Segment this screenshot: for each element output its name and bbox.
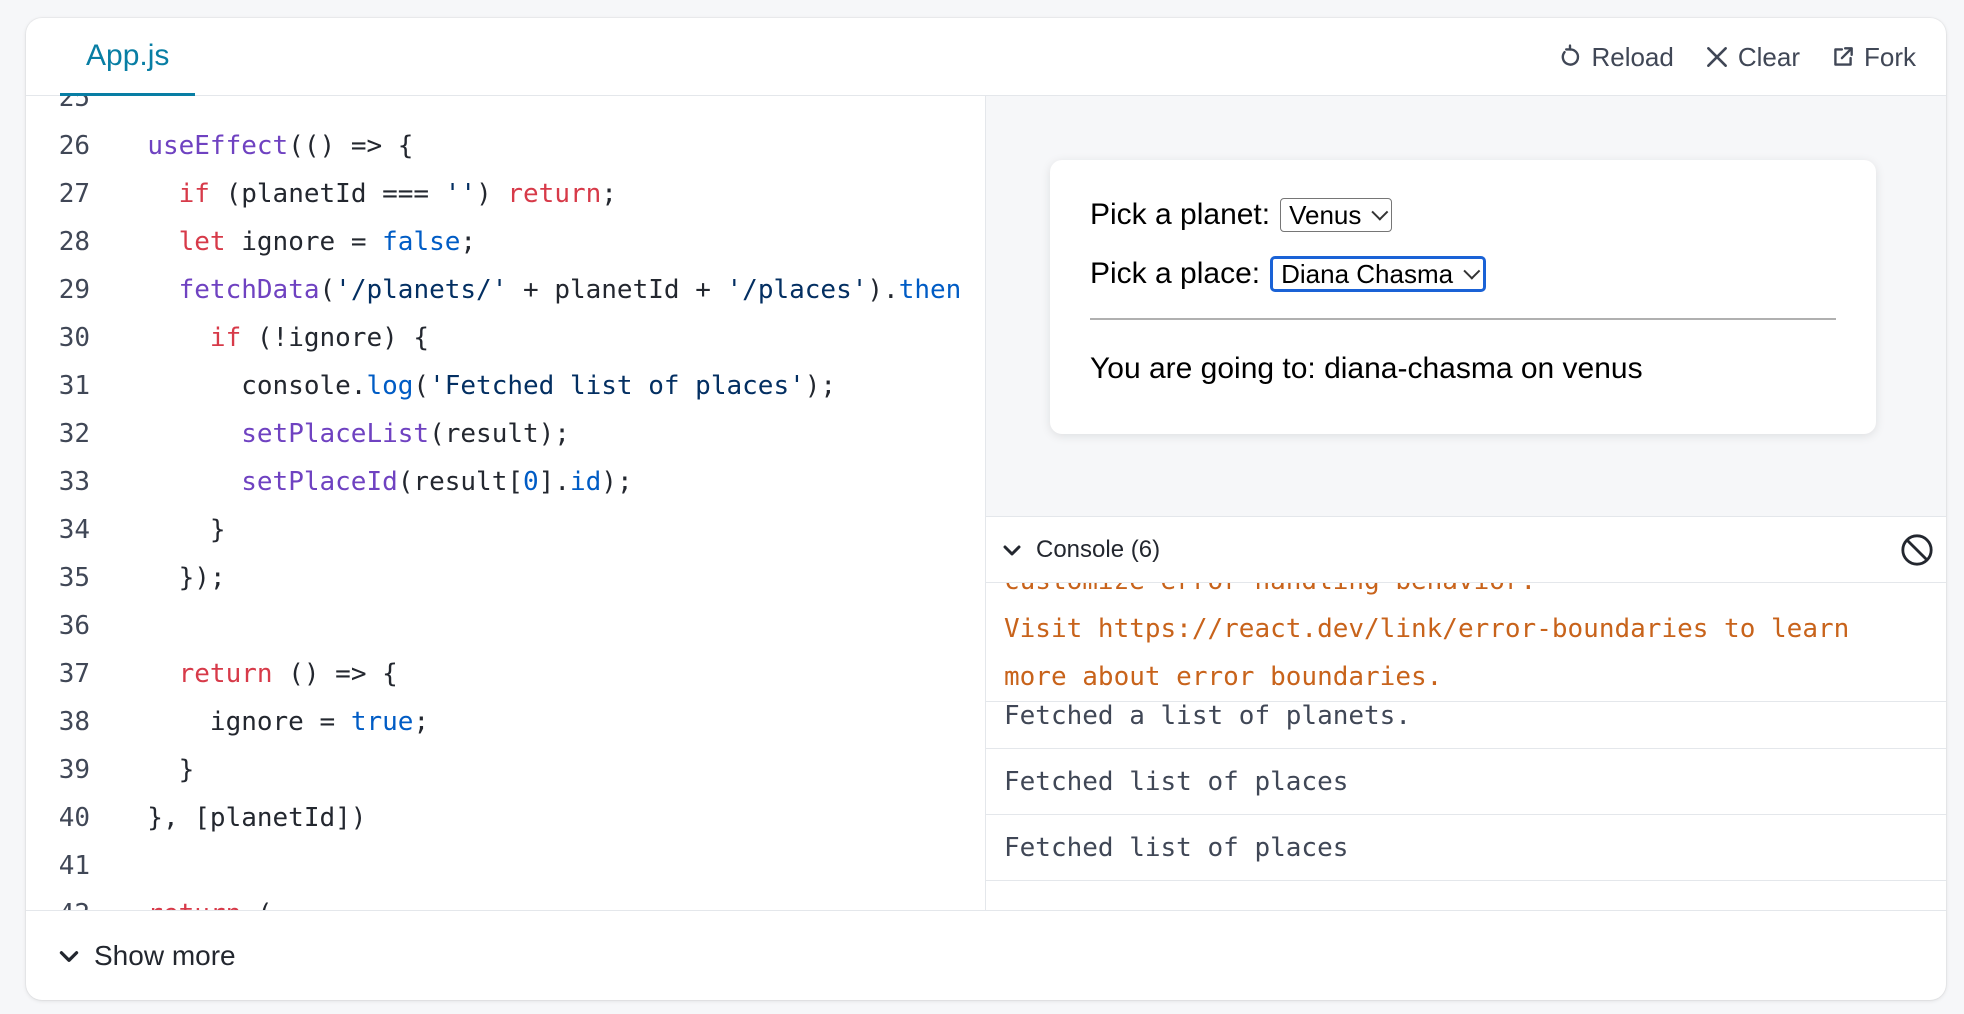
reload-button[interactable]: Reload	[1557, 41, 1674, 73]
line-number: 34	[58, 515, 90, 545]
line-number: 33	[58, 467, 90, 497]
preview-pane: Pick a planet: Venus Pick a place: Diana…	[986, 96, 1946, 516]
toolbar-actions: Reload Clear Fork	[1557, 18, 1916, 96]
planet-select-value: Venus	[1289, 199, 1362, 230]
code-text: ignore = true;	[116, 707, 430, 737]
code-text: return () => {	[178, 659, 398, 689]
tab-app-js[interactable]: App.js	[60, 18, 196, 96]
code-line[interactable]: 29 fetchData('/planets/' + planetId + '/…	[26, 266, 985, 314]
console-log-text: Fetched list of places	[1004, 767, 1349, 797]
reload-label: Reload	[1591, 41, 1674, 72]
place-label: Pick a place:	[1090, 257, 1261, 290]
chevron-down-icon[interactable]	[1000, 538, 1024, 562]
code-line[interactable]: 42 return (	[26, 890, 985, 910]
line-number: 35	[58, 563, 90, 593]
line-number: 32	[58, 419, 90, 449]
result-text: You are going to: diana-chasma on venus	[1090, 352, 1643, 385]
console-log-text: Fetched a list of planets.	[1004, 701, 1411, 731]
line-number: 37	[58, 659, 90, 689]
code-text: setPlaceList(result);	[241, 419, 570, 449]
line-number: 38	[58, 707, 90, 737]
tab-label: App.js	[86, 38, 170, 72]
line-number: 31	[58, 371, 90, 401]
close-icon	[1706, 47, 1727, 67]
fork-button[interactable]: Fork	[1830, 42, 1916, 73]
planet-row: Pick a planet: Venus	[1090, 198, 1393, 232]
line-number: 30	[58, 323, 90, 353]
console-log-text: Fetched list of places	[1004, 833, 1349, 863]
planet-label: Pick a planet:	[1090, 198, 1271, 231]
code-text: setPlaceId(result[0].id);	[241, 467, 633, 497]
line-number: 28	[58, 227, 90, 257]
clear-console-icon[interactable]	[1900, 533, 1934, 567]
code-text: return (	[116, 890, 272, 910]
line-number: 25	[58, 96, 90, 113]
external-link-icon	[1834, 47, 1853, 66]
line-number: 26	[58, 131, 90, 161]
console-log-entry: Fetched list of places	[986, 815, 1946, 881]
code-line[interactable]: 37 return () => {	[26, 650, 985, 698]
code-text: if (!ignore) {	[209, 323, 430, 353]
preview-card: Pick a planet: Venus Pick a place: Diana…	[1050, 160, 1876, 434]
code-text: }, [planetId])	[116, 803, 367, 833]
code-text: }	[116, 755, 195, 785]
code-line[interactable]: 41	[26, 842, 985, 890]
fork-label: Fork	[1864, 41, 1916, 72]
clear-button[interactable]: Clear	[1704, 42, 1800, 73]
place-row: Pick a place: Diana Chasma	[1090, 256, 1487, 292]
code-line[interactable]: 30 if (!ignore) {	[26, 314, 985, 362]
chevron-down-icon	[1371, 203, 1389, 221]
divider	[1090, 318, 1836, 320]
line-number: 29	[58, 275, 90, 305]
code-text: if (planetId === '') return;	[178, 179, 617, 209]
line-number: 42	[26, 890, 90, 910]
code-text: let ignore = false;	[178, 227, 477, 257]
console-error-line: Visit https://react.dev/link/error-bound…	[1004, 614, 1850, 644]
chevron-down-icon	[59, 950, 79, 962]
code-text: });	[116, 563, 226, 593]
line-number: 39	[58, 755, 90, 785]
place-select-value: Diana Chasma	[1281, 258, 1454, 289]
show-more-button[interactable]: Show more	[26, 910, 1946, 1000]
code-line[interactable]: 32 setPlaceList(result);	[26, 410, 985, 458]
place-select[interactable]: Diana Chasma	[1270, 256, 1487, 292]
console-error-line: customize error handling behavior.	[1004, 583, 1946, 605]
code-line[interactable]: 38 ignore = true;	[26, 698, 985, 746]
code-line[interactable]: 40 }, [planetId])	[26, 794, 985, 842]
show-more-label: Show more	[94, 939, 236, 971]
line-number: 36	[58, 611, 90, 641]
code-text: fetchData('/planets/' + planetId + '/pla…	[178, 275, 962, 305]
code-editor[interactable]: 25 26 useEffect(() => {27 if (planetId ==…	[26, 96, 986, 910]
console-header[interactable]: Console (6)	[986, 517, 1946, 583]
sandbox-toolbar: App.js Reload Clear Fork	[26, 18, 1946, 96]
code-line[interactable]: 35 });	[26, 554, 985, 602]
code-line[interactable]: 31 console.log('Fetched list of places')…	[26, 362, 985, 410]
planet-select[interactable]: Venus	[1280, 198, 1393, 232]
console-log-entry: Fetched a list of planets.	[986, 683, 1946, 749]
result-row: You are going to: diana-chasma on venus	[1090, 352, 1643, 386]
code-line[interactable]: 34 }	[26, 506, 985, 554]
clear-label: Clear	[1737, 41, 1800, 72]
code-line[interactable]: 33 setPlaceId(result[0].id);	[26, 458, 985, 506]
line-number: 27	[58, 179, 90, 209]
code-line[interactable]: 27 if (planetId === '') return;	[26, 170, 985, 218]
console-log-entry: Fetched list of places	[986, 749, 1946, 815]
sandbox-panel: App.js Reload Clear Fork 25 26 useEffect…	[26, 18, 1946, 1000]
line-number: 41	[58, 851, 90, 881]
code-line[interactable]: 25	[26, 96, 985, 122]
code-line[interactable]: 39 }	[26, 746, 985, 794]
code-line[interactable]: 36	[26, 602, 985, 650]
chevron-down-icon	[1463, 262, 1481, 280]
console-body: customize error handling behavior. Visit…	[986, 583, 1946, 911]
reload-icon	[1562, 44, 1580, 66]
code-text: console.log('Fetched list of places');	[116, 371, 837, 401]
console-panel: Console (6) customize error handling beh…	[986, 516, 1946, 910]
console-title: Console (6)	[1036, 535, 1161, 563]
code-text: useEffect(() => {	[147, 131, 414, 161]
code-line[interactable]: 28 let ignore = false;	[26, 218, 985, 266]
code-line[interactable]: 26 useEffect(() => {	[26, 122, 985, 170]
line-number: 40	[58, 803, 90, 833]
code-text: }	[116, 515, 226, 545]
